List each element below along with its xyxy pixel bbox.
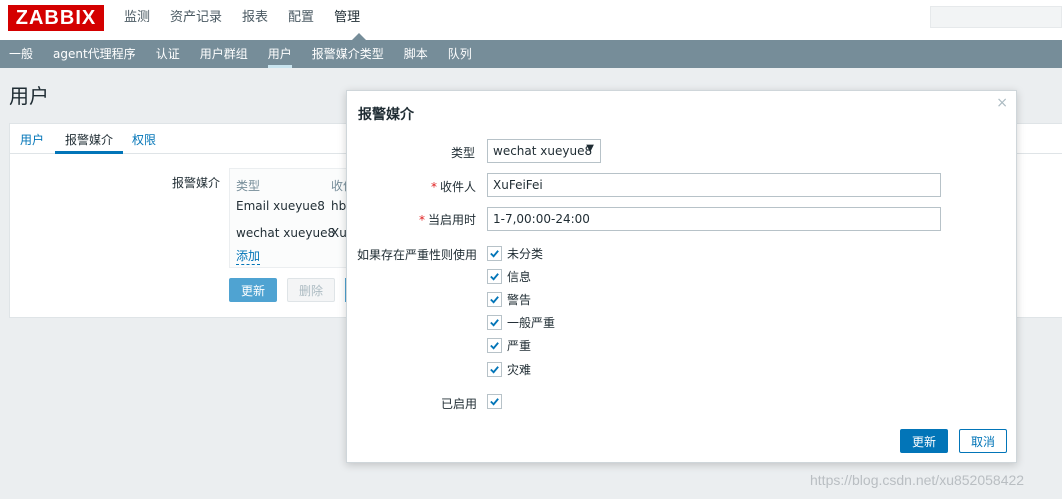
checkbox-checked-icon bbox=[487, 315, 502, 330]
menu-monitoring[interactable]: 监测 bbox=[124, 0, 150, 40]
type-select[interactable]: wechat xueyue8 ▼ bbox=[487, 139, 601, 163]
tab-user[interactable]: 用户 bbox=[20, 131, 44, 148]
severity-information[interactable]: 信息 bbox=[487, 268, 531, 285]
submenu-scripts[interactable]: 脚本 bbox=[404, 40, 428, 68]
checkbox-checked-icon bbox=[487, 338, 502, 353]
checkbox-checked-icon bbox=[487, 362, 502, 377]
submenu-general[interactable]: 一般 bbox=[9, 40, 33, 68]
active-menu-indicator bbox=[352, 33, 366, 40]
tab-media[interactable]: 报警媒介 bbox=[65, 131, 113, 148]
zabbix-logo[interactable]: ZABBIX bbox=[8, 5, 104, 31]
submenu-users[interactable]: 用户 bbox=[267, 40, 292, 68]
when-active-input[interactable]: 1-7,00:00-24:00 bbox=[487, 207, 941, 231]
delete-button: 删除 bbox=[287, 278, 335, 302]
severity-not-classified[interactable]: 未分类 bbox=[487, 245, 543, 262]
sub-menu: 一般 agent代理程序 认证 用户群组 用户 报警媒介类型 脚本 队列 bbox=[0, 40, 1062, 68]
type-select-value: wechat xueyue8 bbox=[493, 144, 593, 158]
active-tab-underline bbox=[55, 151, 123, 154]
required-asterisk-icon: * bbox=[431, 180, 437, 194]
severity-warning[interactable]: 警告 bbox=[487, 291, 531, 308]
main-menu: 监测 资产记录 报表 配置 管理 bbox=[124, 0, 380, 40]
type-label: 类型 bbox=[451, 146, 476, 160]
search-input[interactable] bbox=[930, 6, 1062, 28]
menu-inventory[interactable]: 资产记录 bbox=[170, 0, 222, 40]
dropdown-caret-icon: ▼ bbox=[586, 143, 594, 154]
submenu-queue[interactable]: 队列 bbox=[448, 40, 472, 68]
cancel-button[interactable]: 取消 bbox=[959, 429, 1007, 453]
checkbox-checked-icon bbox=[487, 269, 502, 284]
severity-average[interactable]: 一般严重 bbox=[487, 314, 555, 331]
when-active-label: * 当启用时 bbox=[419, 213, 477, 227]
watermark: https://blog.csdn.net/xu852058422 bbox=[810, 472, 1025, 488]
media-label: 报警媒介 bbox=[172, 176, 221, 190]
severity-disaster[interactable]: 灾难 bbox=[487, 361, 531, 378]
required-asterisk-icon: * bbox=[419, 213, 425, 227]
media-table: 类型 收件 Email xueyue8 hbl wechat xueyue8 X… bbox=[229, 168, 359, 268]
enabled-checkbox[interactable] bbox=[487, 394, 507, 409]
checkbox-checked-icon bbox=[487, 246, 502, 261]
submenu-proxies[interactable]: agent代理程序 bbox=[53, 40, 136, 68]
recipient-input[interactable]: XuFeiFei bbox=[487, 173, 941, 197]
media-dialog: 报警媒介 × 类型 wechat xueyue8 ▼ * 收件人 XuFeiFei… bbox=[346, 90, 1017, 463]
menu-configuration[interactable]: 配置 bbox=[288, 0, 314, 40]
submit-update-button[interactable]: 更新 bbox=[900, 429, 948, 453]
tab-permissions[interactable]: 权限 bbox=[132, 131, 156, 148]
media-row-type: wechat xueyue8 bbox=[236, 226, 336, 240]
submenu-user-groups[interactable]: 用户群组 bbox=[200, 40, 248, 68]
update-button[interactable]: 更新 bbox=[229, 278, 277, 302]
add-media-link[interactable]: 添加 bbox=[236, 247, 261, 265]
page-title: 用户 bbox=[9, 84, 49, 108]
media-row-type: Email xueyue8 bbox=[236, 199, 325, 213]
media-col-type: 类型 bbox=[236, 179, 261, 193]
top-bar: ZABBIX 监测 资产记录 报表 配置 管理 bbox=[0, 0, 1062, 40]
media-row-recipient: Xu bbox=[331, 226, 347, 240]
submenu-media-types[interactable]: 报警媒介类型 bbox=[312, 40, 384, 68]
severity-label: 如果存在严重性则使用 bbox=[357, 248, 478, 262]
recipient-label: * 收件人 bbox=[431, 180, 477, 194]
checkbox-checked-icon bbox=[487, 292, 502, 307]
severity-high[interactable]: 严重 bbox=[487, 337, 531, 354]
menu-reports[interactable]: 报表 bbox=[242, 0, 268, 40]
enabled-label: 已启用 bbox=[441, 397, 478, 411]
close-icon[interactable]: × bbox=[996, 95, 1008, 111]
submenu-authentication[interactable]: 认证 bbox=[156, 40, 180, 68]
checkbox-checked-icon bbox=[487, 394, 502, 409]
dialog-title: 报警媒介 bbox=[358, 107, 414, 123]
